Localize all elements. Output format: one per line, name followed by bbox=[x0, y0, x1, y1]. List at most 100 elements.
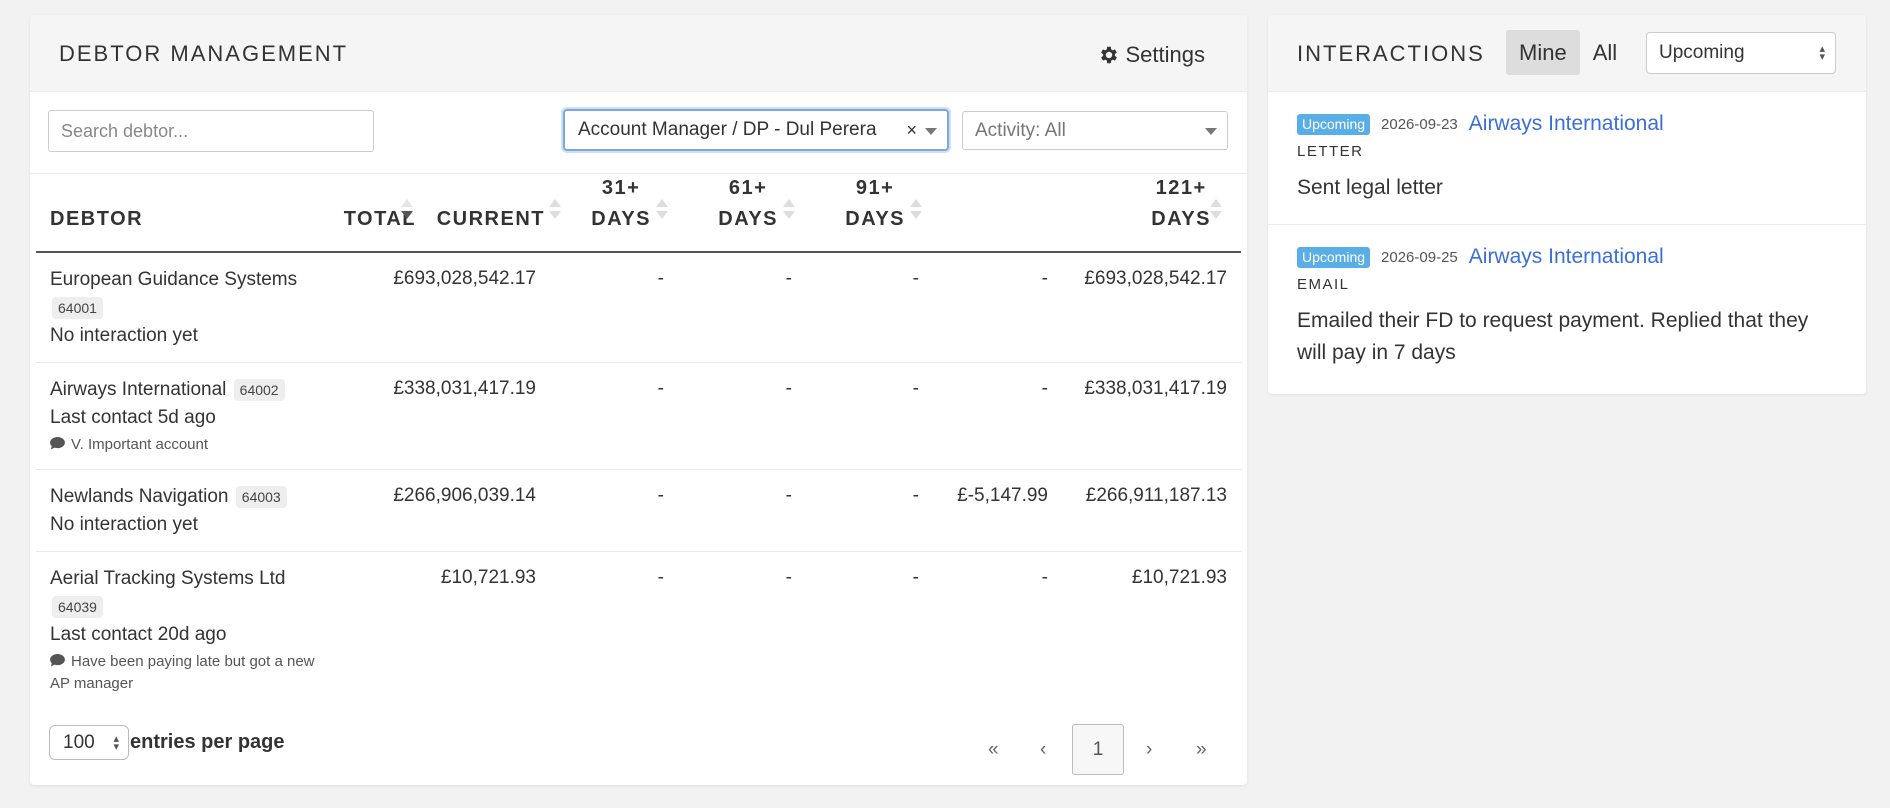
updown-icon: ▴ ▾ bbox=[113, 733, 119, 753]
account-manager-select[interactable]: Account Manager / DP - Dul Perera × bbox=[563, 109, 949, 151]
interaction-item: Upcoming 2026-09-23 Airways Internationa… bbox=[1268, 92, 1866, 225]
contact-status: No interaction yet bbox=[50, 514, 198, 535]
contact-status: Last contact 20d ago bbox=[50, 624, 227, 645]
days-91-cell: - bbox=[1041, 268, 1048, 289]
settings-label: Settings bbox=[1125, 42, 1206, 67]
page-size-select[interactable]: 100 ▴ ▾ bbox=[49, 725, 129, 760]
activity-select[interactable]: Activity: All bbox=[962, 111, 1228, 150]
pager-prev[interactable]: ‹ bbox=[1040, 724, 1046, 775]
table-header: DEBTOR TOTAL CURRENT 31+ DAYS 61+ DAYS 91+… bbox=[36, 159, 1241, 253]
debtor-management-panel: DEBTOR MANAGEMENT Settings Account Manag… bbox=[30, 15, 1247, 785]
interactions-title: INTERACTIONS bbox=[1297, 41, 1485, 66]
toggle-mine[interactable]: Mine bbox=[1506, 30, 1580, 75]
debtor-cell: Newlands Navigation 64003 No interaction… bbox=[50, 483, 320, 539]
days-61-cell: - bbox=[912, 567, 919, 588]
pager-current-page[interactable]: 1 bbox=[1072, 724, 1124, 775]
comment-icon bbox=[50, 437, 65, 450]
interaction-type: LETTER bbox=[1297, 143, 1364, 160]
interaction-type: EMAIL bbox=[1297, 276, 1350, 293]
debtor-id-badge: 64039 bbox=[52, 595, 103, 618]
interaction-date: 2026-09-23 bbox=[1381, 115, 1458, 133]
debtor-cell: Aerial Tracking Systems Ltd 64039 Last c… bbox=[50, 565, 320, 695]
chevron-down-icon bbox=[925, 128, 937, 135]
next-page-icon[interactable]: › bbox=[1146, 739, 1152, 761]
interaction-filter-select[interactable]: Upcoming ▴ ▾ bbox=[1646, 32, 1836, 74]
total-cell: £338,031,417.19 bbox=[393, 378, 536, 399]
interaction-text: Sent legal letter bbox=[1297, 176, 1443, 199]
contact-status: Last contact 5d ago bbox=[50, 407, 216, 428]
activity-value: Activity: All bbox=[975, 119, 1066, 141]
interactions-panel: INTERACTIONS Mine All Upcoming ▴ ▾ Upcomi… bbox=[1268, 15, 1866, 394]
interaction-debtor-link[interactable]: Airways International bbox=[1469, 245, 1664, 269]
interaction-date: 2026-09-25 bbox=[1381, 248, 1458, 266]
comment-icon bbox=[50, 654, 65, 667]
interaction-filter-value: Upcoming bbox=[1659, 42, 1745, 63]
debtor-name[interactable]: Aerial Tracking Systems Ltd bbox=[50, 568, 285, 589]
table-row[interactable]: Aerial Tracking Systems Ltd 64039 Last c… bbox=[36, 552, 1241, 702]
column-header-current[interactable]: CURRENT bbox=[437, 204, 545, 235]
debtor-name[interactable]: European Guidance Systems bbox=[50, 269, 297, 290]
sort-icon bbox=[910, 197, 922, 225]
interaction-item: Upcoming 2026-09-25 Airways Internationa… bbox=[1268, 225, 1866, 389]
account-manager-value: Account Manager / DP - Dul Perera bbox=[578, 119, 877, 140]
debtor-note: Have been paying late but got a new AP m… bbox=[50, 653, 315, 692]
contact-status: No interaction yet bbox=[50, 325, 198, 346]
pager-next[interactable]: › bbox=[1146, 724, 1152, 775]
days-121-cell: £338,031,417.19 bbox=[1084, 378, 1227, 399]
days-61-cell: - bbox=[912, 268, 919, 289]
page-size-value: 100 bbox=[63, 731, 95, 753]
table-row[interactable]: European Guidance Systems 64001 No inter… bbox=[36, 253, 1241, 363]
column-header-31-days[interactable]: 31+ DAYS bbox=[591, 173, 651, 235]
page-title: DEBTOR MANAGEMENT bbox=[59, 41, 349, 66]
column-header-121-days[interactable]: 121+ DAYS bbox=[1151, 173, 1211, 235]
prev-page-icon[interactable]: ‹ bbox=[1040, 739, 1046, 761]
toggle-all[interactable]: All bbox=[1580, 30, 1630, 75]
days-31-cell: - bbox=[785, 378, 792, 399]
debtor-panel-header: DEBTOR MANAGEMENT Settings bbox=[30, 15, 1247, 92]
table-row[interactable]: Airways International 64002 Last contact… bbox=[36, 363, 1241, 470]
debtor-name[interactable]: Newlands Navigation bbox=[50, 486, 229, 507]
pager-first[interactable]: « bbox=[988, 724, 999, 775]
table-row[interactable]: Newlands Navigation 64003 No interaction… bbox=[36, 470, 1241, 552]
current-cell: - bbox=[657, 268, 664, 289]
chevron-down-icon bbox=[1205, 128, 1217, 135]
debtor-note: V. Important account bbox=[50, 434, 320, 456]
first-page-icon[interactable]: « bbox=[988, 739, 999, 761]
sort-icon bbox=[549, 197, 561, 225]
column-header-91-days[interactable]: 91+ DAYS bbox=[845, 173, 905, 235]
days-61-cell: - bbox=[912, 485, 919, 506]
last-page-icon[interactable]: » bbox=[1196, 739, 1207, 761]
days-91-cell: £-5,147.99 bbox=[957, 485, 1048, 506]
days-91-cell: - bbox=[1041, 378, 1048, 399]
sort-desc-icon bbox=[401, 197, 413, 225]
days-121-cell: £693,028,542.17 bbox=[1084, 268, 1227, 289]
debtor-id-badge: 64002 bbox=[233, 378, 285, 401]
gear-icon bbox=[1100, 46, 1117, 64]
sort-icon bbox=[1210, 197, 1222, 225]
debtor-table: DEBTOR TOTAL CURRENT 31+ DAYS 61+ DAYS 91+… bbox=[36, 159, 1241, 702]
sort-icon bbox=[783, 197, 795, 225]
total-cell: £693,028,542.17 bbox=[393, 268, 536, 289]
clear-icon[interactable]: × bbox=[906, 120, 917, 141]
debtor-id-badge: 64001 bbox=[52, 296, 103, 319]
days-31-cell: - bbox=[785, 485, 792, 506]
owner-toggle: Mine All bbox=[1506, 30, 1630, 75]
column-header-debtor[interactable]: DEBTOR bbox=[50, 204, 143, 235]
column-header-61-days[interactable]: 61+ DAYS bbox=[718, 173, 778, 235]
updown-icon: ▴ ▾ bbox=[1819, 43, 1825, 63]
total-cell: £10,721.93 bbox=[440, 567, 536, 588]
debtor-id-badge: 64003 bbox=[235, 485, 287, 508]
interaction-debtor-link[interactable]: Airways International bbox=[1469, 112, 1664, 136]
entries-per-page-label: entries per page bbox=[130, 731, 285, 753]
debtor-cell: Airways International 64002 Last contact… bbox=[50, 376, 320, 456]
pager-last[interactable]: » bbox=[1196, 724, 1207, 775]
settings-button[interactable]: Settings bbox=[1098, 42, 1206, 68]
days-61-cell: - bbox=[912, 378, 919, 399]
days-91-cell: - bbox=[1041, 567, 1048, 588]
interaction-text: Emailed their FD to request payment. Rep… bbox=[1297, 309, 1809, 364]
current-cell: - bbox=[657, 485, 664, 506]
debtor-name[interactable]: Airways International bbox=[50, 379, 226, 400]
search-input[interactable] bbox=[48, 110, 374, 152]
sort-icon bbox=[656, 197, 668, 225]
days-31-cell: - bbox=[785, 268, 792, 289]
